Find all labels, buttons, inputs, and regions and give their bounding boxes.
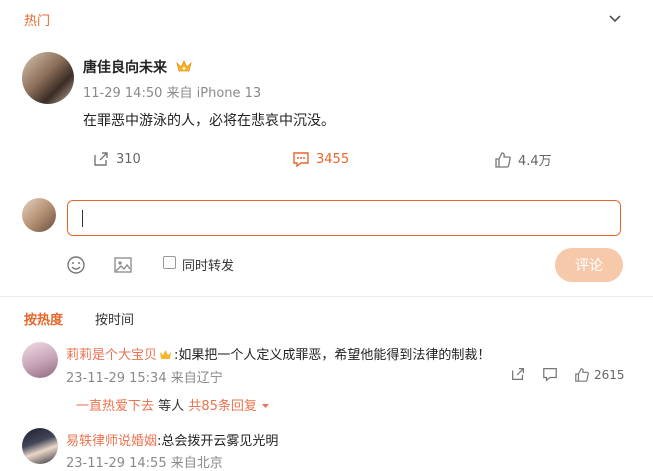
comment-icon[interactable] — [542, 366, 558, 382]
comment-meta: 23-11-29 15:34 来自辽宁 — [66, 367, 223, 386]
vip-badge-icon — [160, 350, 172, 359]
comment-time: 23-11-29 15:34 — [66, 371, 167, 386]
comment-username[interactable]: 莉莉是个大宝贝 — [66, 348, 157, 363]
section-title: 热门 — [24, 14, 51, 29]
comment-like-button[interactable]: 2615 — [574, 367, 625, 383]
divider — [0, 296, 653, 297]
image-icon[interactable] — [113, 255, 133, 275]
comment-button[interactable]: 3455 — [292, 150, 349, 168]
comment-avatar[interactable] — [22, 342, 58, 378]
emoji-icon[interactable] — [66, 255, 86, 275]
comment-input[interactable] — [67, 200, 621, 236]
sort-by-hot-tab[interactable]: 按热度 — [24, 309, 63, 328]
reply-username[interactable]: 一直热爱下去 — [76, 399, 154, 414]
comment-count: 3455 — [316, 151, 350, 167]
post-text: 在罪恶中游泳的人，必将在悲哀中沉没。 — [83, 113, 335, 129]
comment-body: 莉莉是个大宝贝 :如果把一个人定义成罪恶，希望他能得到法律的制裁！ — [66, 344, 490, 363]
forward-count: 310 — [116, 151, 141, 167]
comment-avatar[interactable] — [22, 428, 58, 464]
forward-checkbox[interactable] — [163, 256, 176, 269]
forward-checkbox-label[interactable]: 同时转发 — [182, 255, 234, 274]
chevron-down-icon[interactable] — [606, 10, 624, 28]
reply-mid-text: 等人 — [158, 399, 185, 414]
like-count: 4.4万 — [518, 154, 552, 169]
comment-meta: 23-11-29 14:55 来自北京 — [66, 452, 223, 471]
sort-by-time-tab[interactable]: 按时间 — [95, 309, 134, 328]
like-button[interactable]: 4.4万 — [494, 150, 552, 169]
current-user-avatar — [22, 198, 56, 232]
thumbs-up-icon — [575, 368, 589, 382]
forward-icon — [94, 152, 108, 166]
post-time: 11-29 14:50 — [83, 86, 163, 101]
comment-username[interactable]: 易轶律师说婚姻 — [66, 434, 157, 449]
comment-location: 来自辽宁 — [170, 371, 223, 386]
comment-text: :总会拨开云雾见光明 — [157, 434, 279, 449]
comment-location: 来自北京 — [170, 456, 223, 471]
forward-icon[interactable] — [510, 366, 526, 382]
post-meta: 11-29 14:50 来自 iPhone 13 — [83, 82, 261, 101]
replies-summary[interactable]: 一直热爱下去 等人 共85条回复 — [76, 395, 270, 414]
post-source: 来自 iPhone 13 — [166, 86, 262, 101]
comment-body: 易轶律师说婚姻:总会拨开云雾见光明 — [66, 430, 278, 449]
reply-count-link[interactable]: 共85条回复 — [188, 399, 257, 414]
vip-badge-icon — [176, 60, 192, 72]
forward-button[interactable]: 310 — [92, 150, 141, 168]
comment-text: :如果把一个人定义成罪恶，希望他能得到法律的制裁！ — [174, 348, 491, 363]
comment-time: 23-11-29 14:55 — [66, 456, 167, 471]
submit-comment-button[interactable]: 评论 — [555, 248, 623, 282]
thumbs-up-icon — [495, 151, 511, 168]
comment-like-count: 2615 — [594, 368, 625, 382]
comment-icon — [293, 152, 309, 168]
text-caret — [82, 210, 83, 227]
author-avatar[interactable] — [22, 52, 74, 104]
caret-down-icon — [262, 404, 269, 408]
author-name[interactable]: 唐佳良向未来 — [83, 57, 167, 77]
